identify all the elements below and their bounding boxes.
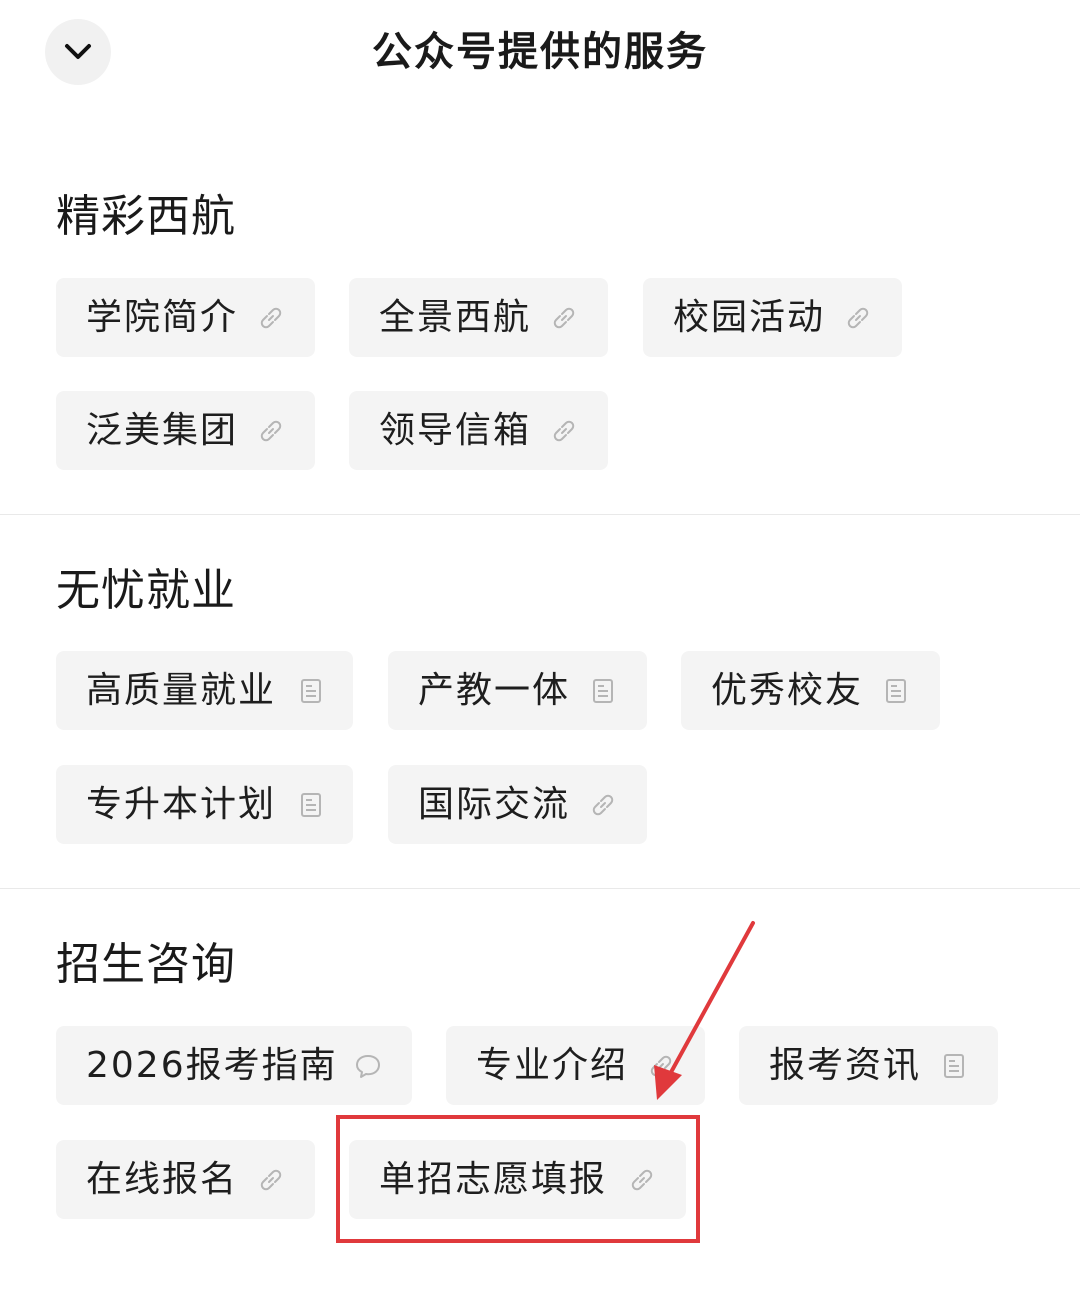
menu-item-label: 2026报考指南	[86, 1044, 338, 1086]
annotation-arrow	[654, 921, 755, 1100]
menu-item-label: 产教一体	[418, 669, 571, 711]
highlight-box	[336, 1115, 700, 1243]
menu-item[interactable]: 泛美集团	[56, 391, 315, 470]
section-title: 精彩西航	[56, 191, 236, 242]
menu-item-label: 高质量就业	[86, 669, 277, 711]
menu-item-label: 专业介绍	[476, 1044, 629, 1086]
menu-item-label: 优秀校友	[711, 669, 864, 711]
link-icon	[260, 307, 282, 329]
menu-item-label: 领导信箱	[379, 409, 532, 451]
link-icon	[553, 420, 575, 442]
menu-item[interactable]: 在线报名	[56, 1140, 315, 1219]
menu-item-label: 泛美集团	[86, 409, 239, 451]
menu-item[interactable]: 国际交流	[388, 765, 647, 844]
section-title: 招生咨询	[56, 939, 236, 990]
article-icon	[301, 793, 321, 817]
menu-item[interactable]: 优秀校友	[681, 651, 940, 730]
menu-item[interactable]: 专升本计划	[56, 765, 353, 844]
menu-item[interactable]: 校园活动	[643, 278, 902, 357]
menu-item[interactable]: 2026报考指南	[56, 1026, 412, 1105]
menu-item[interactable]: 学院简介	[56, 278, 315, 357]
menu-item-label: 报考资讯	[769, 1044, 922, 1086]
page-title: 公众号提供的服务	[372, 29, 708, 75]
header: 公众号提供的服务	[0, 0, 1080, 110]
link-icon	[260, 1169, 282, 1191]
menu-item[interactable]: 高质量就业	[56, 651, 353, 730]
message-icon	[356, 1055, 380, 1078]
section-title: 无忧就业	[56, 565, 236, 616]
link-icon	[260, 420, 282, 442]
section-divider	[0, 888, 1080, 889]
menu-item-label: 在线报名	[86, 1158, 239, 1200]
article-icon	[593, 679, 613, 703]
menu-item[interactable]: 全景西航	[349, 278, 608, 357]
link-icon	[553, 307, 575, 329]
menu-item-label: 校园活动	[673, 296, 826, 338]
article-icon	[886, 679, 906, 703]
menu-item[interactable]: 领导信箱	[349, 391, 608, 470]
menu-item-label: 全景西航	[379, 296, 532, 338]
link-icon	[592, 794, 614, 816]
menu-item-label: 国际交流	[418, 783, 571, 825]
link-icon	[847, 307, 869, 329]
menu-item-label: 专升本计划	[86, 783, 277, 825]
article-icon	[301, 679, 321, 703]
menu-item-label: 学院简介	[86, 296, 239, 338]
menu-item[interactable]: 报考资讯	[739, 1026, 998, 1105]
article-icon	[944, 1054, 964, 1078]
menu-item[interactable]: 产教一体	[388, 651, 647, 730]
section-divider	[0, 514, 1080, 515]
